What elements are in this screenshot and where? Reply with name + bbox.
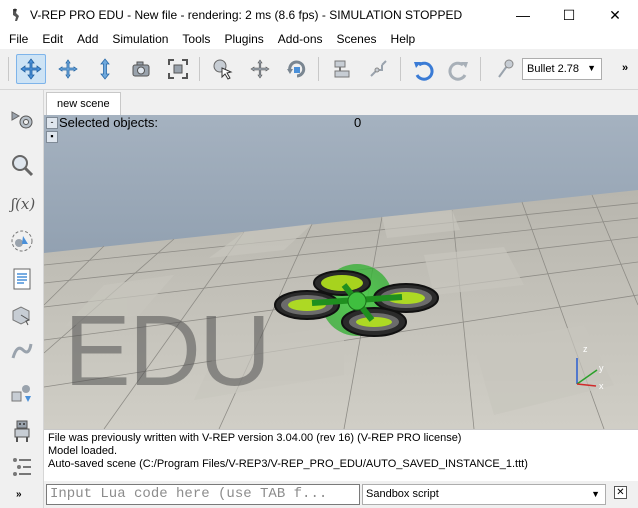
close-lua-commander-button[interactable]: ✕ (614, 486, 627, 499)
camera-rotate-icon (58, 59, 78, 79)
physics-engine-value: Bullet 2.78 (527, 63, 579, 75)
axis-z-label: z (583, 344, 588, 354)
collapse-info-button[interactable]: - (46, 117, 58, 129)
collections-button[interactable] (7, 226, 37, 256)
object-translate-icon (250, 59, 270, 79)
axis-y-label: y (599, 363, 604, 373)
calculation-modules-button[interactable] (7, 150, 37, 180)
toolbar-separator (199, 57, 200, 81)
status-line: Model loaded. (48, 445, 118, 457)
toolbar-separator (480, 57, 481, 81)
menu-tools[interactable]: Tools (175, 30, 217, 49)
scripts-icon (13, 268, 31, 290)
menu-file[interactable]: File (0, 30, 35, 49)
script-selector-value: Sandbox script (366, 488, 439, 500)
model-browser-button[interactable] (7, 378, 37, 408)
layers-button[interactable] (7, 452, 37, 482)
assemble-button[interactable] (327, 54, 357, 84)
redo-icon (448, 61, 468, 81)
redo-button[interactable] (444, 54, 474, 84)
path-edit-icon (11, 343, 33, 359)
left-toolbar-overflow-button[interactable]: » (16, 489, 22, 500)
scene-object-properties-button[interactable] (7, 104, 37, 134)
function-button[interactable]: ʃ(x) (7, 188, 37, 218)
undo-icon (414, 61, 434, 81)
menu-simulation[interactable]: Simulation (105, 30, 175, 49)
fit-to-view-icon (168, 59, 188, 79)
tab-new-scene[interactable]: new scene (46, 92, 121, 115)
undo-button[interactable] (408, 54, 438, 84)
edu-watermark: EDU (64, 295, 271, 407)
scene-tab-bar: new scene (44, 90, 638, 115)
title-bar: V-REP PRO EDU - New file - rendering: 2 … (0, 0, 638, 30)
path-edit-button[interactable] (7, 336, 37, 366)
window-title: V-REP PRO EDU - New file - rendering: 2 … (30, 8, 463, 22)
dynamics-toggle-button[interactable] (490, 54, 520, 84)
collections-icon (11, 230, 33, 252)
camera-pan-icon (20, 58, 42, 80)
info-toggle-button[interactable]: ▪ (46, 131, 58, 143)
lua-input[interactable]: Input Lua code here (use TAB f... (46, 484, 360, 505)
maximize-button[interactable]: ☐ (546, 0, 592, 30)
scene-object-properties-icon (11, 111, 33, 129)
toolbar-overflow-button[interactable]: » (622, 62, 628, 74)
minimize-button[interactable]: — (500, 0, 546, 30)
toolbar-grip (8, 57, 9, 81)
transfer-dna-button[interactable] (363, 54, 393, 84)
dynamics-toggle-icon (498, 59, 514, 78)
chevron-down-icon: ▼ (587, 63, 596, 73)
status-log: File was previously written with V-REP v… (44, 429, 638, 481)
chevron-down-icon: ▼ (591, 489, 600, 499)
camera-angle-button[interactable] (126, 54, 156, 84)
camera-rotate-button[interactable] (53, 54, 83, 84)
shape-edit-icon (12, 306, 31, 326)
status-line: File was previously written with V-REP v… (48, 432, 462, 444)
menu-plugins[interactable]: Plugins (217, 30, 270, 49)
object-translate-button[interactable] (245, 54, 275, 84)
menu-help[interactable]: Help (384, 30, 423, 49)
transfer-dna-icon (370, 60, 387, 77)
toolbar-separator (400, 57, 401, 81)
assemble-icon (334, 60, 350, 78)
menu-scenes[interactable]: Scenes (330, 30, 384, 49)
shape-edit-button[interactable] (7, 300, 37, 330)
object-rotate-icon (287, 60, 306, 78)
menu-edit[interactable]: Edit (35, 30, 70, 49)
camera-pan-button[interactable] (16, 54, 46, 84)
camera-angle-icon (132, 61, 150, 77)
scene-hierarchy-button[interactable] (7, 416, 37, 446)
function-icon: ʃ(x) (9, 195, 35, 213)
object-select-icon (213, 59, 233, 80)
camera-shift-button[interactable] (90, 54, 120, 84)
selected-objects-count: 0 (354, 115, 362, 130)
fit-to-view-button[interactable] (163, 54, 193, 84)
camera-shift-icon (100, 58, 110, 80)
menu-add[interactable]: Add (70, 30, 105, 49)
script-selector[interactable]: Sandbox script ▼ (362, 484, 606, 505)
menu-bar: File Edit Add Simulation Tools Plugins A… (0, 30, 638, 49)
left-toolbar: ʃ(x) (0, 90, 44, 508)
close-button[interactable]: ✕ (592, 0, 638, 30)
menu-add-ons[interactable]: Add-ons (271, 30, 330, 49)
physics-engine-select[interactable]: Bullet 2.78 ▼ (522, 58, 602, 80)
scripts-button[interactable] (7, 264, 37, 294)
layers-icon (13, 458, 31, 476)
selected-objects-label: Selected objects: (59, 115, 159, 130)
object-rotate-button[interactable] (282, 54, 312, 84)
toolbar-separator (318, 57, 319, 81)
lua-commander: Input Lua code here (use TAB f... Sandbo… (44, 481, 638, 508)
scene-viewport[interactable]: z y x - ▪ Selected objects: 0 EDU (44, 115, 638, 429)
calculation-modules-icon (12, 155, 34, 177)
model-browser-icon (11, 385, 31, 402)
object-select-button[interactable] (208, 54, 238, 84)
axis-x-label: x (599, 381, 604, 391)
app-icon (13, 8, 19, 21)
status-line: Auto-saved scene (C:/Program Files/V-REP… (48, 458, 528, 470)
svg-text:ʃ(x): ʃ(x) (9, 195, 35, 213)
robot-icon (14, 420, 30, 442)
